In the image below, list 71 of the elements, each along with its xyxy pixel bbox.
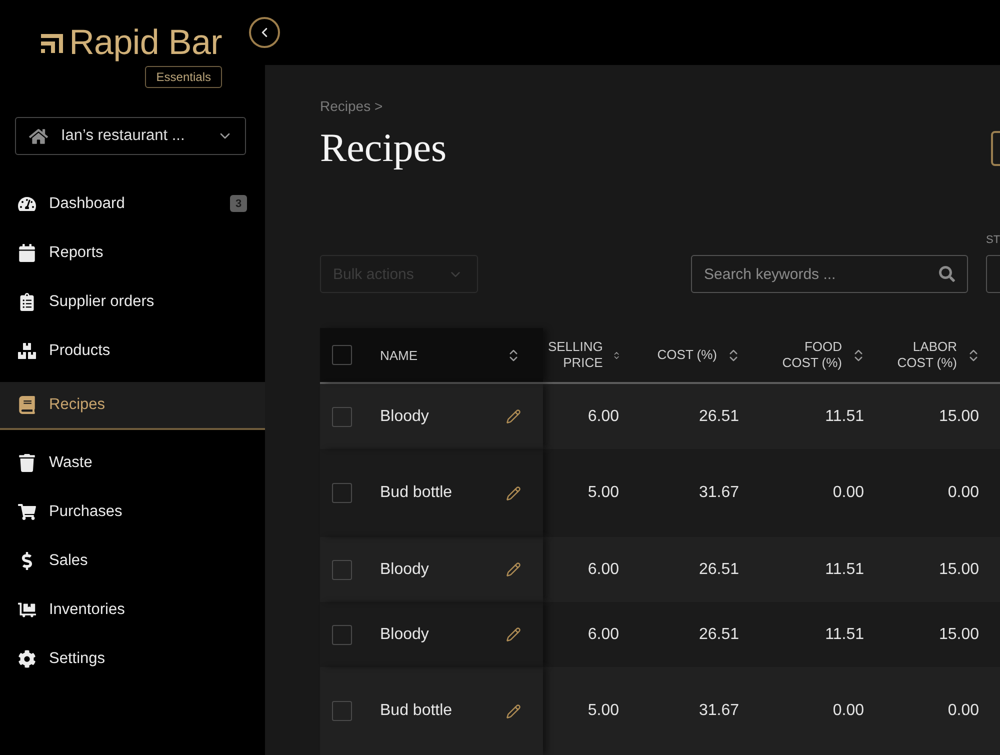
recipe-name: Bud bottle (380, 702, 454, 720)
clipboard-icon (18, 292, 36, 310)
pencil-icon[interactable] (506, 409, 521, 424)
table-cell: 11.51 (825, 408, 864, 426)
nav-item[interactable]: Recipes (0, 382, 265, 430)
nav-item[interactable]: Inventories (0, 585, 265, 634)
nav-item[interactable]: Supplier orders (0, 277, 265, 326)
logo-icon (41, 34, 64, 52)
column-header: COST (%) (657, 347, 717, 363)
table-cell: 0.00 (948, 702, 979, 720)
table-cell: 0.00 (948, 484, 979, 502)
calendar-icon (18, 244, 36, 262)
edition-badge: Essentials (145, 66, 222, 88)
column-header: NAME (380, 348, 419, 362)
nav-item[interactable]: Waste (0, 438, 265, 487)
cart-icon (18, 502, 36, 520)
table-cell: 6.00 (588, 408, 619, 426)
pencil-icon[interactable] (506, 486, 521, 500)
table-cell: 0.00 (832, 702, 864, 720)
table-cell: 6.00 (588, 626, 619, 644)
table-cell: 31.67 (698, 702, 739, 720)
table-cell: 5.00 (588, 702, 619, 720)
search-icon[interactable] (939, 266, 955, 282)
table-cell: 26.51 (698, 408, 739, 426)
table-cell: 15.00 (938, 626, 979, 644)
nav-item[interactable]: Reports (0, 228, 265, 277)
pencil-icon[interactable] (506, 562, 521, 577)
table-cell: 26.51 (698, 626, 739, 644)
checkbox[interactable] (332, 345, 352, 365)
table-cell: 11.51 (825, 560, 864, 578)
restaurant-select[interactable]: Ian’s restaurant ... (15, 117, 246, 155)
table-cell: 0.00 (832, 484, 864, 502)
pencil-icon[interactable] (506, 627, 521, 642)
filter-label: ST (986, 233, 1000, 247)
column-header: FOOD COST (%) (781, 339, 842, 371)
page-title: Recipes (320, 124, 447, 172)
table-cell: 5.00 (588, 484, 619, 502)
checkbox[interactable] (332, 624, 352, 644)
pencil-icon[interactable] (506, 704, 521, 718)
recipe-name: Bud bottle (380, 484, 454, 502)
recipe-name: Bloody (380, 626, 430, 644)
table-cell: 31.67 (698, 484, 739, 502)
count-badge: 3 (230, 195, 247, 212)
table-cell: 11.51 (825, 626, 864, 644)
book-icon (18, 396, 36, 414)
search-field[interactable]: Search keywords ... (691, 255, 968, 293)
house-icon (29, 126, 48, 146)
column-header: SELLING PRICE (546, 339, 603, 371)
recipe-name: Bloody (380, 408, 430, 426)
recipe-name: Bloody (380, 560, 430, 578)
checkbox[interactable] (332, 406, 352, 426)
column-header: LABOR COST (%) (896, 339, 957, 371)
table-cell: 26.51 (698, 560, 739, 578)
trash-icon (18, 454, 36, 472)
dolly-icon (18, 600, 36, 618)
checkbox[interactable] (332, 560, 352, 580)
checkbox[interactable] (332, 483, 352, 503)
boxes-icon (18, 342, 36, 360)
table-cell: 6.00 (588, 560, 619, 578)
breadcrumb[interactable]: Recipes > (320, 96, 383, 116)
table-cell: 15.00 (938, 408, 979, 426)
nav-item[interactable]: Purchases (0, 487, 265, 536)
nav-item[interactable]: Dashboard 3 (0, 179, 265, 228)
settings-icon (18, 650, 36, 668)
nav-item[interactable]: Settings (0, 634, 265, 683)
nav-item[interactable]: Products (0, 326, 265, 375)
table-cell: 15.00 (938, 560, 979, 578)
gauge-icon (18, 194, 36, 212)
checkbox[interactable] (332, 701, 352, 721)
logo-wordmark: Rapid Bar (69, 25, 222, 61)
nav-item[interactable]: Sales (0, 536, 265, 585)
